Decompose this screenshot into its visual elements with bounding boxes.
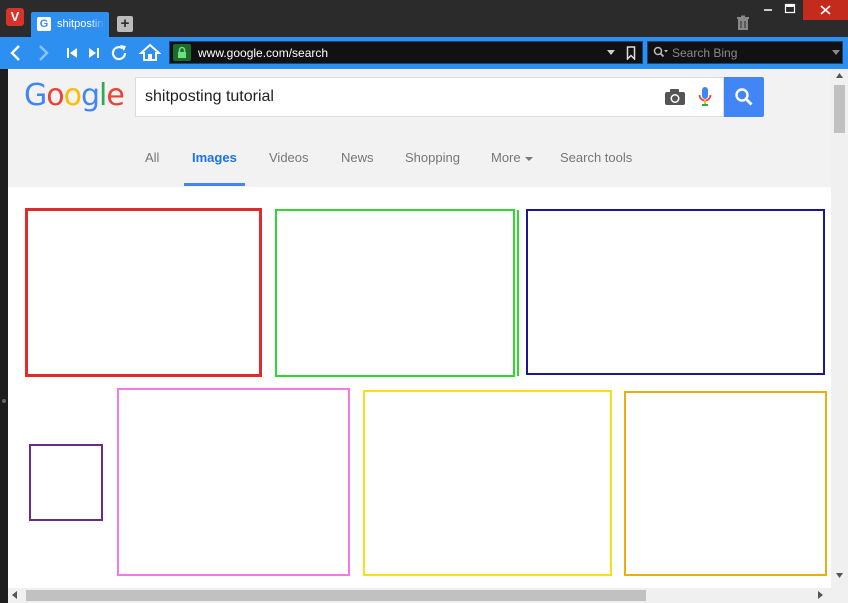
- tab-images[interactable]: Images: [192, 150, 237, 165]
- trash-icon[interactable]: [735, 15, 751, 31]
- image-result[interactable]: [29, 444, 103, 521]
- address-toolbar: www.google.com/search Search Bing: [0, 37, 848, 69]
- google-logo-letter: o: [63, 78, 82, 113]
- fast-forward-icon[interactable]: [83, 41, 105, 65]
- page-viewport: Google shitposting tutorial All Images V…: [8, 69, 840, 588]
- camera-icon[interactable]: [664, 87, 686, 107]
- scroll-left-arrow-icon[interactable]: [12, 591, 17, 599]
- tab-title: shitposting tutorial: [57, 18, 105, 30]
- image-result[interactable]: [624, 391, 827, 576]
- forward-icon[interactable]: [32, 41, 54, 65]
- tab-more[interactable]: More: [491, 150, 533, 165]
- search-tabs: All Images Videos News Shopping More Sea…: [8, 128, 831, 187]
- horizontal-scroll-thumb[interactable]: [26, 590, 646, 601]
- vertical-scrollbar[interactable]: [831, 69, 848, 588]
- url-text: www.google.com/search: [198, 46, 329, 60]
- search-placeholder: Search Bing: [672, 46, 738, 60]
- vivaldi-menu-button[interactable]: V: [6, 8, 24, 26]
- image-results-grid: [8, 187, 831, 588]
- tab-more-label: More: [491, 150, 521, 165]
- image-result[interactable]: [25, 208, 262, 377]
- back-icon[interactable]: [4, 41, 26, 65]
- image-result[interactable]: [275, 209, 515, 377]
- google-search-input[interactable]: shitposting tutorial: [135, 77, 724, 117]
- microphone-icon[interactable]: [697, 86, 713, 108]
- scroll-up-arrow-icon[interactable]: [836, 73, 843, 78]
- bookmark-icon[interactable]: [626, 46, 636, 60]
- scroll-right-arrow-icon[interactable]: [818, 591, 823, 599]
- search-field[interactable]: Search Bing: [647, 41, 843, 64]
- scroll-down-arrow-icon[interactable]: [836, 573, 843, 578]
- new-tab-button[interactable]: +: [117, 16, 133, 32]
- google-logo[interactable]: Google: [24, 78, 125, 113]
- search-engine-icon[interactable]: [653, 46, 669, 60]
- google-search-button[interactable]: [724, 77, 764, 117]
- chevron-down-icon: [524, 156, 533, 161]
- reload-icon[interactable]: [108, 41, 130, 65]
- side-panel-edge[interactable]: [0, 69, 8, 603]
- browser-tab[interactable]: G shitposting tutorial: [31, 12, 109, 37]
- maximize-button[interactable]: [779, 0, 801, 18]
- tab-all[interactable]: All: [145, 150, 159, 165]
- google-logo-letter: e: [106, 78, 124, 113]
- tab-search-tools[interactable]: Search tools: [560, 150, 632, 165]
- vertical-scroll-thumb[interactable]: [834, 85, 845, 133]
- google-header: Google shitposting tutorial All Images V…: [8, 69, 831, 187]
- address-field[interactable]: www.google.com/search: [169, 41, 643, 64]
- google-favicon-icon: G: [37, 17, 51, 31]
- panel-toggle-handle[interactable]: [2, 399, 6, 403]
- image-result[interactable]: [117, 388, 350, 576]
- tab-videos[interactable]: Videos: [269, 150, 309, 165]
- active-tab-indicator: [184, 183, 245, 186]
- tab-shopping[interactable]: Shopping: [405, 150, 460, 165]
- google-logo-letter: G: [24, 78, 47, 113]
- google-logo-letter: o: [46, 78, 64, 113]
- horizontal-scrollbar[interactable]: [8, 588, 831, 603]
- google-logo-letter: g: [80, 78, 100, 113]
- minimize-button[interactable]: [757, 0, 779, 18]
- home-icon[interactable]: [139, 41, 161, 65]
- search-dropdown-icon[interactable]: [831, 48, 841, 58]
- scrollbar-corner: [831, 588, 848, 603]
- title-bar: V G shitposting tutorial +: [0, 0, 848, 37]
- image-result[interactable]: [526, 209, 825, 375]
- image-result[interactable]: [363, 390, 612, 576]
- history-dropdown-icon[interactable]: [606, 48, 616, 58]
- tab-news[interactable]: News: [341, 150, 374, 165]
- rewind-icon[interactable]: [61, 41, 83, 65]
- search-query-text: shitposting tutorial: [145, 88, 274, 105]
- lock-icon[interactable]: [173, 44, 191, 61]
- close-window-button[interactable]: [803, 0, 848, 20]
- search-icon: [735, 88, 753, 106]
